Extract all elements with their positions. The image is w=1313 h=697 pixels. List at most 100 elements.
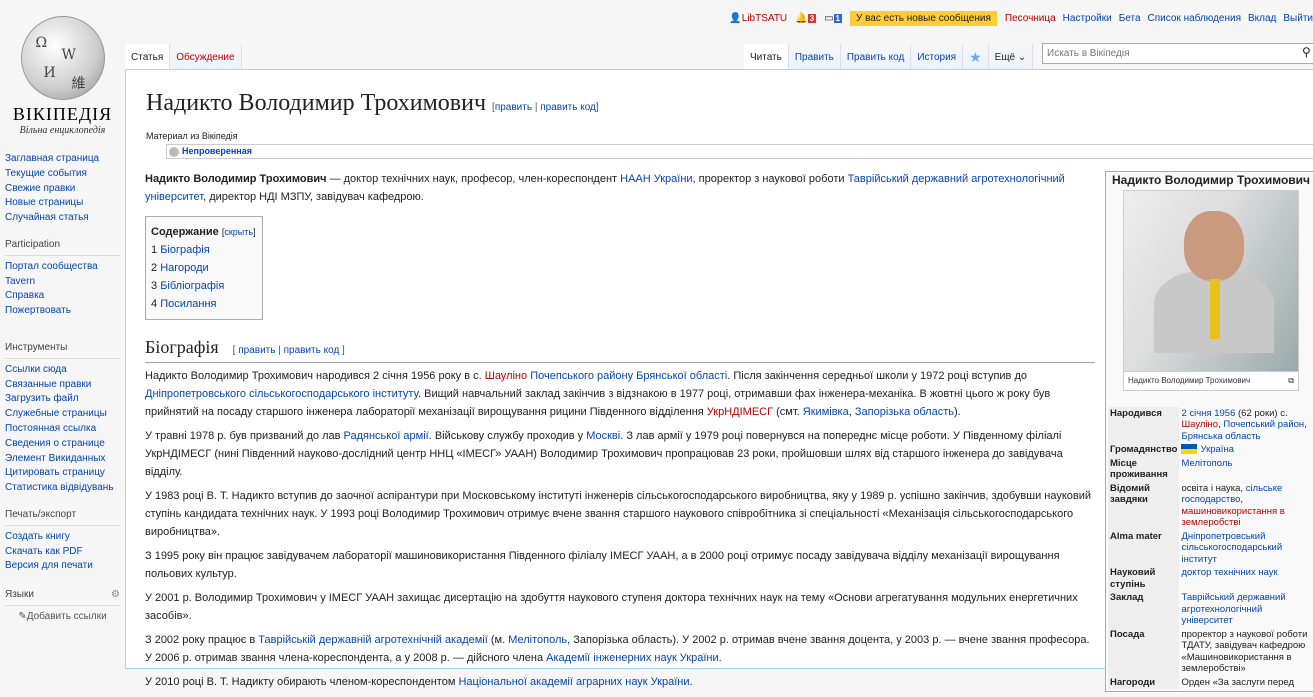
inline-link[interactable]: Почепський район bbox=[1223, 419, 1304, 430]
personal-link[interactable]: Бета bbox=[1119, 13, 1141, 24]
new-messages-banner[interactable]: У вас есть новые сообщения bbox=[849, 11, 997, 26]
toc-item[interactable]: 3 Бібліографія bbox=[151, 277, 256, 295]
portrait-image[interactable] bbox=[1123, 190, 1299, 372]
infobox-row: Заклад Таврійський державний агротехнолог… bbox=[1108, 591, 1313, 628]
edit-code-link[interactable]: править код bbox=[540, 102, 596, 113]
inline-link[interactable]: Мелітополь bbox=[508, 634, 567, 646]
section-edit-code-link[interactable]: править код bbox=[284, 345, 340, 356]
inline-link[interactable]: Мелітополь bbox=[1181, 458, 1232, 469]
sidebar-participation-item[interactable]: Пожертвовать bbox=[5, 304, 120, 319]
toc-item[interactable]: 1 Біографія bbox=[151, 241, 256, 259]
inline-link[interactable]: Шауліно bbox=[485, 370, 527, 382]
globe-icon: ΩWИ維 bbox=[20, 16, 105, 100]
inline-link[interactable]: Москві bbox=[586, 430, 620, 442]
alerts-count: 3 bbox=[807, 14, 817, 23]
section-edit-link[interactable]: править bbox=[238, 345, 275, 356]
more-menu[interactable]: Ещё ⌄ bbox=[988, 44, 1034, 69]
unreviewed-link[interactable]: Непроверенная bbox=[182, 146, 252, 156]
inline-link[interactable]: Дніпропетровського сільськогосподарськог… bbox=[145, 388, 418, 400]
unreviewed-icon bbox=[169, 146, 179, 157]
watch-star-icon[interactable]: ★ bbox=[963, 44, 989, 69]
inline-link[interactable]: Брянської області bbox=[636, 370, 727, 382]
paragraph: У 2010 році В. Т. Надикту обирають члено… bbox=[145, 673, 1095, 691]
inline-link[interactable]: Дніпропетровський сільськогосподарський … bbox=[1181, 531, 1282, 565]
inline-link[interactable]: Запорізька область bbox=[855, 406, 954, 418]
toc-link[interactable]: Нагороди bbox=[160, 262, 209, 274]
inline-link[interactable]: Національної академії аграрних наук Укра… bbox=[458, 676, 689, 688]
tab-article[interactable]: Статья bbox=[125, 44, 171, 69]
personal-link[interactable]: Настройки bbox=[1063, 13, 1112, 24]
sidebar-tools-item[interactable]: Служебные страницы bbox=[5, 407, 120, 422]
text-run: (смт. bbox=[773, 406, 803, 418]
sidebar-participation-item[interactable]: Справка bbox=[5, 289, 120, 304]
personal-link[interactable]: Вклад bbox=[1248, 13, 1276, 24]
add-links-link[interactable]: Добавить ссылки bbox=[27, 611, 107, 622]
tab-history[interactable]: История bbox=[911, 44, 964, 69]
tab-edit-source[interactable]: Править код bbox=[840, 44, 912, 69]
sidebar-print-item[interactable]: Версия для печати bbox=[5, 559, 120, 574]
toc-hide-link[interactable]: скрыть bbox=[224, 227, 253, 237]
text-run: , bbox=[1304, 419, 1307, 430]
sidebar-tools-item[interactable]: Сведения о странице bbox=[5, 437, 120, 452]
sidebar-print-item[interactable]: Создать книгу bbox=[5, 530, 120, 545]
print-heading: Печать/экспорт bbox=[5, 508, 120, 526]
inline-link[interactable]: доктор технічних наук bbox=[1181, 567, 1277, 578]
sidebar-nav-item[interactable]: Случайная статья bbox=[5, 211, 120, 226]
inline-link[interactable]: Україна bbox=[1200, 444, 1234, 455]
text-run: , директор НДІ МЗПУ, завідувач кафедрою. bbox=[203, 191, 424, 203]
personal-link[interactable]: Выйти bbox=[1283, 13, 1313, 24]
toc-item[interactable]: 4 Посилання bbox=[151, 295, 256, 313]
toc-link[interactable]: Біографія bbox=[160, 244, 209, 256]
inline-link[interactable]: Якимівка bbox=[803, 406, 849, 418]
inline-link[interactable]: Почепського району bbox=[530, 370, 633, 382]
search-icon[interactable]: ⚲ bbox=[1302, 45, 1311, 59]
inline-link[interactable]: машиновикористання в землеробстві bbox=[1181, 506, 1284, 529]
inline-link[interactable]: НААН України bbox=[620, 173, 692, 185]
infobox: Надикто Володимир Трохимович Надикто Вол… bbox=[1105, 171, 1313, 692]
gear-icon[interactable]: ⚙ bbox=[111, 588, 120, 603]
sidebar-participation-item[interactable]: Портал сообщества bbox=[5, 260, 120, 275]
sidebar-nav-item[interactable]: Свежие правки bbox=[5, 182, 120, 197]
logo-tagline: Вільна енциклопедія bbox=[19, 125, 106, 136]
wikipedia-logo[interactable]: ΩWИ維 ВІКІПЕДІЯ Вільна енциклопедія bbox=[0, 10, 125, 136]
infobox-label: Нагороди bbox=[1108, 675, 1180, 689]
inline-link[interactable]: 2 січня 1956 bbox=[1181, 408, 1235, 419]
paragraph: З 2002 року працює в Таврійській державн… bbox=[145, 631, 1095, 667]
infobox-label: Місце проживання bbox=[1108, 456, 1180, 482]
tab-read[interactable]: Читать bbox=[744, 44, 789, 69]
sidebar-print-item[interactable]: Скачать как PDF bbox=[5, 545, 120, 560]
alerts-bell-icon[interactable]: 🔔 3 bbox=[795, 13, 817, 24]
inline-link[interactable]: Шауліно bbox=[1181, 419, 1218, 430]
sidebar-tools-item[interactable]: Связанные правки bbox=[5, 378, 120, 393]
sidebar-tools-item[interactable]: Элемент Викиданных bbox=[5, 452, 120, 467]
infobox-label: Науковий ступінь bbox=[1108, 566, 1180, 591]
toc-link[interactable]: Бібліографія bbox=[160, 280, 224, 292]
sidebar-tools-item[interactable]: Постоянная ссылка bbox=[5, 422, 120, 437]
sidebar-nav-item[interactable]: Новые страницы bbox=[5, 196, 120, 211]
sidebar-participation-item[interactable]: Tavern bbox=[5, 275, 120, 290]
inline-link[interactable]: Академії інженерних наук України bbox=[546, 652, 719, 664]
sidebar-tools-item[interactable]: Статистика відвідувань bbox=[5, 481, 120, 496]
text-run: У 1983 році В. Т. Надикто вступив до зао… bbox=[145, 490, 1092, 538]
inline-link[interactable]: Брянська область bbox=[1181, 431, 1260, 442]
tab-edit[interactable]: Править bbox=[788, 44, 841, 69]
personal-link[interactable]: Список наблюдения bbox=[1148, 13, 1241, 24]
inline-link[interactable]: Таврійській державній агротехнічній акад… bbox=[258, 634, 488, 646]
inline-link[interactable]: Радянської армії bbox=[344, 430, 429, 442]
sidebar-tools-item[interactable]: Загрузить файл bbox=[5, 392, 120, 407]
personal-link[interactable]: Песочница bbox=[1005, 13, 1056, 24]
enlarge-icon[interactable]: ⧉ bbox=[1288, 375, 1294, 387]
sidebar-nav-item[interactable]: Текущие события bbox=[5, 167, 120, 182]
edit-link[interactable]: править bbox=[495, 102, 532, 113]
inline-link[interactable]: Таврійський державний агротехнологічний … bbox=[1181, 592, 1285, 626]
toc-link[interactable]: Посилання bbox=[160, 298, 216, 310]
toc-item[interactable]: 2 Нагороди bbox=[151, 259, 256, 277]
search-input[interactable] bbox=[1042, 43, 1313, 64]
sidebar-tools-item[interactable]: Цитировать страницу bbox=[5, 466, 120, 481]
sidebar-nav-item[interactable]: Заглавная страница bbox=[5, 152, 120, 167]
user-link[interactable]: LibTSATU bbox=[742, 13, 787, 24]
tab-talk[interactable]: Обсуждение bbox=[170, 44, 242, 69]
inline-link[interactable]: УкрНДІМЕСГ bbox=[707, 406, 773, 418]
sidebar-tools-item[interactable]: Ссылки сюда bbox=[5, 363, 120, 378]
notices-tray-icon[interactable]: ▭ 1 bbox=[824, 13, 842, 24]
